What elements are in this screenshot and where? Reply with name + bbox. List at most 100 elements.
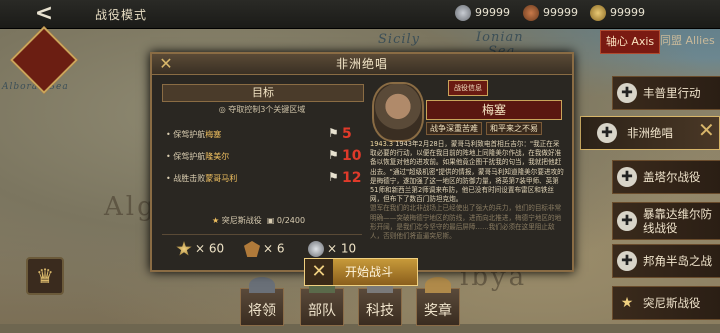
gold-medal-icon	[176, 241, 192, 256]
resource-value: 99999	[475, 6, 510, 19]
top-bar: < 战役模式 99999 99999 99999	[0, 0, 720, 29]
progress-value: 0/2400	[276, 216, 306, 225]
task-row: • 保驾护航隆美尔 ⚑ 10	[162, 146, 362, 166]
reward-item: × 60	[176, 241, 224, 257]
start-battle-label: 开始战斗	[345, 265, 394, 279]
task-target: 梅塞	[205, 130, 222, 139]
campaign-dialog: 非洲绝唱 ✕ 目标 ◎ 夺取控制3个关键区域 • 保驾护航梅塞 ⚑ 5 • 保驾…	[150, 52, 574, 272]
task-row: • 保驾护航梅塞 ⚑ 5	[162, 124, 362, 144]
menu-label: 科技	[366, 303, 394, 319]
task-prefix: 战胜击败	[173, 174, 206, 183]
campaign-progress: ★ 突尼斯战役 ▣ 0/2400	[212, 215, 305, 226]
general-traits: 战争深重苦难 和平来之不易	[426, 122, 560, 136]
task-text: • 战胜击败蒙哥马利	[166, 174, 238, 183]
cap-icon	[249, 277, 275, 293]
cross-icon: ✚	[617, 251, 637, 271]
resource-value: 99999	[610, 6, 645, 19]
task-target: 隆美尔	[205, 152, 230, 161]
general-portrait	[372, 82, 424, 142]
objectives-panel: 目标 ◎ 夺取控制3个关键区域 • 保驾护航梅塞 ⚑ 5 • 保驾护航隆美尔 ⚑…	[162, 84, 364, 262]
tab-axis[interactable]: 轴心 Axis	[600, 30, 660, 54]
battle-item[interactable]: ✚ 盖塔尔战役	[612, 160, 720, 194]
campaign-info-panel: 战役信息 梅塞 战争深重苦难 和平来之不易 1943.3 1943年2月28日，蒙…	[370, 78, 566, 266]
task-text: • 保驾护航梅塞	[166, 130, 222, 139]
story-text: 1943年2月28日，蒙哥马利致电首相丘吉尔："我正在采取必要的行动，以便在我目…	[370, 140, 564, 204]
bronze-badge-icon	[244, 241, 260, 257]
tab-allies[interactable]: 同盟 Allies	[660, 30, 720, 52]
task-value: 5	[342, 126, 352, 142]
reward-item: × 10	[308, 241, 356, 257]
task-prefix: 保驾护航	[173, 130, 206, 139]
progress-title: 突尼斯战役	[221, 216, 262, 225]
battle-label: 突尼斯战役	[643, 296, 701, 310]
resource-badge: 99999	[523, 5, 578, 21]
mode-title: 战役模式	[95, 8, 148, 22]
box-icon: ▣	[266, 216, 275, 225]
resource-star: 99999	[590, 5, 645, 21]
task-value: 12	[342, 170, 362, 186]
reward-value: 60	[208, 241, 225, 256]
flag-icon: ⚑	[328, 148, 339, 162]
battle-item[interactable]: ✚ 邦角半岛之战	[612, 244, 720, 278]
back-button[interactable]: <	[28, 2, 60, 26]
reward-item: × 6	[244, 241, 285, 257]
task-value: 10	[342, 148, 362, 164]
reward-value: 6	[276, 241, 285, 256]
battle-item[interactable]: ✚ 暴靠达维尔防线战役	[612, 202, 720, 240]
general-name: 梅塞	[426, 100, 562, 120]
menu-troops-button[interactable]: 部队	[300, 277, 344, 326]
flag-icon: ⚑	[328, 170, 339, 184]
medal-icon	[455, 5, 471, 21]
menu-medals-button[interactable]: 奖章	[416, 277, 460, 326]
task-prefix: 保驾护航	[173, 152, 206, 161]
menu-label: 将领	[248, 303, 276, 319]
battle-label: 非洲绝唱	[627, 126, 673, 140]
campaign-story[interactable]: 1943.3 1943年2月28日，蒙哥马利致电首相丘吉尔："我正在采取必要的行…	[370, 140, 566, 258]
crossed-swords-icon: ✕	[305, 259, 333, 285]
medal-icon	[425, 277, 451, 293]
faction-tabs: 轴心 Axis 同盟 Allies	[600, 30, 720, 54]
story-date: 1943.3	[370, 140, 394, 148]
resource-medal: 99999	[455, 5, 510, 21]
task-target: 蒙哥马利	[205, 174, 238, 183]
resource-value: 99999	[543, 6, 578, 19]
dialog-header: 非洲绝唱 ✕	[152, 54, 572, 75]
task-row: • 战胜击败蒙哥马利 ⚑ 12	[162, 168, 362, 188]
star-icon: ★	[620, 295, 634, 311]
reward-value: 10	[340, 241, 357, 256]
objectives-heading: 目标	[162, 84, 364, 102]
dialog-title: 非洲绝唱	[335, 57, 388, 71]
task-text: • 保驾护航隆美尔	[166, 152, 230, 161]
start-battle-button[interactable]: ✕ 开始战斗	[304, 258, 418, 286]
menu-tech-button[interactable]: 科技	[358, 277, 402, 326]
trophy-button[interactable]: ♛	[26, 257, 64, 295]
battle-label: 盖塔尔战役	[643, 170, 701, 184]
campaign-info-badge[interactable]: 战役信息	[448, 80, 488, 96]
objectives-subtitle: ◎ 夺取控制3个关键区域	[218, 105, 306, 114]
battle-label: 邦角半岛之战	[643, 254, 712, 268]
badge-icon	[523, 5, 539, 21]
trophy-icon: ♛	[36, 264, 54, 288]
cross-icon: ✚	[617, 211, 637, 231]
map-label-algeria: Alg	[104, 192, 157, 222]
map-label-ionian: Ionian	[476, 30, 524, 45]
star-icon	[590, 5, 606, 21]
battle-label: 丰普里行动	[643, 86, 701, 100]
silver-medal-icon	[308, 241, 324, 257]
flag-icon: ⚑	[328, 126, 339, 140]
close-icon[interactable]: ✕	[156, 54, 176, 74]
trait-tag: 和平来之不易	[486, 122, 542, 135]
battle-item[interactable]: ★ 突尼斯战役	[612, 286, 720, 320]
cross-icon: ✚	[617, 83, 637, 103]
cross-icon: ✚	[617, 167, 637, 187]
trait-tag: 战争深重苦难	[426, 122, 482, 135]
battle-label: 暴靠达维尔防线战役	[643, 207, 712, 235]
battle-item[interactable]: ✚ 丰普里行动	[612, 76, 720, 110]
menu-label: 部队	[308, 303, 336, 319]
close-icon[interactable]: ✕	[698, 118, 715, 142]
menu-generals-button[interactable]: 将领	[240, 277, 284, 326]
star-icon: ★	[212, 216, 220, 225]
menu-label: 奖章	[424, 303, 452, 319]
story-text-faded: 盟军在我们的北非战场上已经使出了强大的兵力，他们的目标非常明确——突破梅德宁地区…	[370, 204, 562, 241]
cross-icon: ✚	[597, 123, 617, 143]
